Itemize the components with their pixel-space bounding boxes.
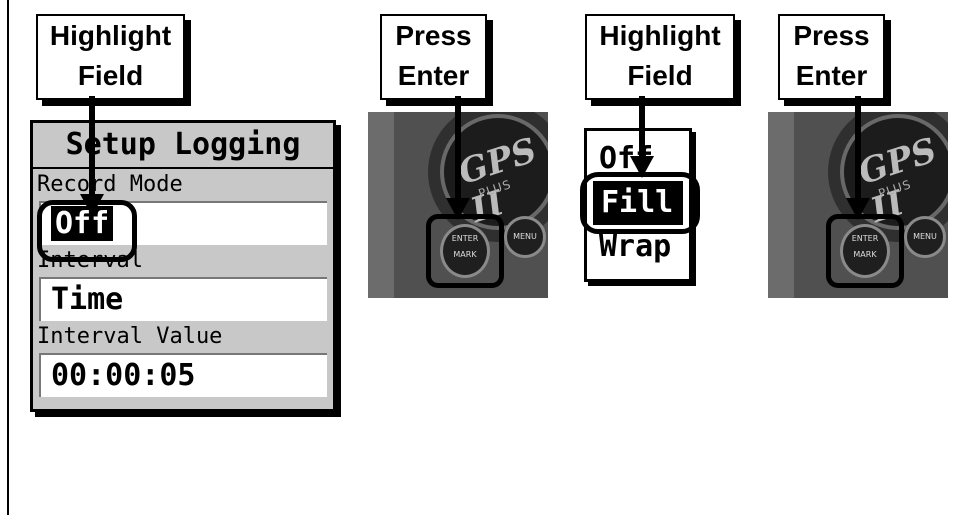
callout-line1: Press [793, 20, 870, 51]
callout-highlight-field-2: Highlight Field [585, 14, 735, 100]
fill-highlight-ring [580, 172, 700, 234]
interval-field[interactable]: Time [39, 277, 327, 321]
callout-line1: Press [395, 20, 472, 51]
callout-line2: Enter [795, 60, 868, 91]
arrow-down-icon [446, 96, 470, 220]
callout-press-enter-2: Press Enter [778, 14, 885, 100]
menu-button[interactable]: MENU [504, 216, 546, 258]
screen-title: Setup Logging [33, 123, 333, 169]
menu-button[interactable]: MENU [904, 216, 946, 258]
setup-logging-screen: Setup Logging Record Mode Off Interval T… [30, 120, 336, 412]
callout-line2: Enter [397, 60, 470, 91]
menu-button-label: MENU [513, 232, 537, 241]
callout-line1: Highlight [599, 20, 721, 51]
arrow-down-icon [630, 96, 654, 178]
interval-value-value: 00:00:05 [51, 358, 196, 393]
device-edge [368, 112, 394, 298]
callout-line2: Field [627, 60, 693, 91]
callout-highlight-field-1: Highlight Field [36, 14, 185, 100]
device-edge [768, 112, 794, 298]
callout-line2: Field [77, 60, 144, 91]
menu-button-label: MENU [913, 232, 937, 241]
left-border-rule [7, 0, 9, 515]
callout-press-enter-1: Press Enter [380, 14, 487, 100]
arrow-down-icon [80, 96, 104, 216]
interval-value: Time [51, 282, 124, 317]
enter-button-highlight-ring [426, 214, 504, 288]
arrow-down-icon [846, 96, 870, 220]
enter-button-highlight-ring [826, 214, 904, 288]
record-mode-label: Record Mode [37, 172, 183, 197]
callout-line1: Highlight [49, 20, 172, 51]
interval-value-label: Interval Value [37, 324, 223, 349]
interval-value-field[interactable]: 00:00:05 [39, 353, 327, 397]
